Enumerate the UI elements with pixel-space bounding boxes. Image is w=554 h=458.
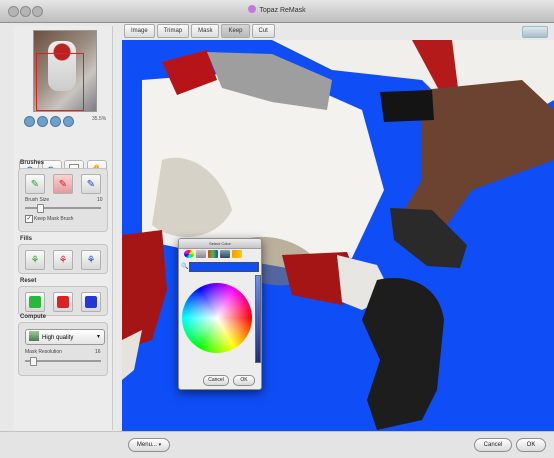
color-picker-title: Select Color (179, 239, 261, 249)
window-title-area: Topaz ReMask (0, 5, 554, 14)
title-bar: Topaz ReMask (0, 0, 554, 23)
keep-fill-button[interactable]: ⚘ (25, 250, 45, 270)
keep-mask-brush-checkbox[interactable]: ✓ (25, 215, 33, 223)
quality-value: High quality (42, 335, 74, 341)
chevron-down-icon: ▾ (158, 442, 162, 448)
fill-buttons: ⚘ ⚘ ⚘ (25, 250, 101, 270)
brush-size-knob[interactable] (37, 204, 45, 213)
color-wheel-mode-icon[interactable] (184, 250, 194, 258)
color-picker-dialog: Select Color 🔍 Cancel OK (178, 238, 262, 390)
brush-buttons: ✎ ✎ ✎ (25, 174, 101, 194)
keep-mask-brush-label: Keep Mask Brush (34, 216, 74, 222)
green-fill-icon: ⚘ (30, 254, 40, 266)
green-brush-icon: ✎ (30, 178, 40, 190)
reset-heading: Reset (20, 278, 37, 284)
navigator-view-rectangle[interactable] (36, 53, 84, 111)
mask-resolution-label: Mask Resolution (25, 349, 62, 355)
menu-label: Menu... (136, 442, 157, 448)
red-square-icon (57, 296, 69, 308)
tab-image[interactable]: Image (124, 24, 155, 38)
keep-brush-button[interactable]: ✎ (25, 174, 45, 194)
sliders-mode-icon[interactable] (196, 250, 206, 258)
palettes-mode-icon[interactable] (208, 250, 218, 258)
red-fill-icon: ⚘ (58, 254, 68, 266)
compute-fill-button[interactable]: ⚘ (81, 250, 101, 270)
crayons-mode-icon[interactable] (232, 250, 242, 258)
reset-buttons (25, 292, 101, 312)
cancel-button[interactable]: Cancel (474, 438, 512, 452)
blue-brush-icon: ✎ (86, 178, 96, 190)
cut-brush-button[interactable]: ✎ (53, 174, 73, 194)
brush-size-value: 10 (97, 197, 103, 203)
quality-select[interactable]: High quality ▼ (25, 329, 105, 345)
navigator-thumbnail[interactable] (33, 30, 97, 112)
zoom-fit-button[interactable] (37, 116, 48, 127)
zoom-out-button[interactable] (24, 116, 35, 127)
zoom-actual-button[interactable] (50, 116, 61, 127)
zoom-controls (24, 116, 74, 127)
compute-group: High quality ▼ Mask Resolution 16 (18, 322, 108, 376)
zoom-level: 35.5% (92, 116, 107, 122)
view-tabs: Image Trimap Mask Keep Cut (124, 24, 275, 38)
brushes-group: ✎ ✎ ✎ Brush Size 10 ✓ Keep Mask Brush (18, 168, 108, 232)
red-brush-icon: ✎ (58, 178, 68, 190)
brush-size-label: Brush Size (25, 197, 50, 203)
tab-trimap[interactable]: Trimap (156, 24, 190, 38)
green-square-icon (29, 296, 41, 308)
bottom-bar: Menu... ▾ Cancel OK (0, 431, 554, 458)
magnifier-icon[interactable]: 🔍 (181, 263, 188, 270)
mask-resolution-knob[interactable] (29, 357, 37, 366)
mask-resolution-value: 16 (95, 349, 101, 355)
chevron-down-icon: ▼ (96, 334, 101, 340)
picker-cancel-button[interactable]: Cancel (203, 375, 229, 386)
compute-heading: Compute (20, 314, 46, 320)
current-color-swatch (189, 262, 259, 272)
sidebar-panel: 35.5% ↶ ↷ ✋ Brushes ✎ ✎ ✎ Brush Size 10 … (14, 26, 113, 430)
window-title: Topaz ReMask (259, 7, 306, 14)
compute-brush-button[interactable]: ✎ (81, 174, 101, 194)
left-red-sock (122, 230, 167, 350)
dark-glove (390, 208, 467, 268)
brushes-heading: Brushes (20, 160, 45, 166)
tab-cut[interactable]: Cut (251, 24, 275, 38)
fills-heading: Fills (20, 236, 33, 242)
color-wheel[interactable] (182, 283, 252, 353)
color-mode-buttons (184, 250, 242, 258)
preview-toggle-icon[interactable] (522, 26, 548, 38)
reset-group (18, 286, 108, 316)
compute-icon (29, 331, 39, 341)
picker-ok-button[interactable]: OK (233, 375, 255, 386)
menu-button[interactable]: Menu... ▾ (128, 438, 170, 452)
image-palette-mode-icon[interactable] (220, 250, 230, 258)
reset-compute-button[interactable] (81, 292, 101, 312)
reset-keep-button[interactable] (25, 292, 45, 312)
blue-fill-icon: ⚘ (86, 254, 96, 266)
black-wristband (380, 90, 434, 122)
tab-keep[interactable]: Keep (221, 24, 250, 38)
zoom-in-button[interactable] (63, 116, 74, 127)
app-logo-icon (248, 5, 257, 13)
fills-group: ⚘ ⚘ ⚘ (18, 244, 108, 274)
cut-fill-button[interactable]: ⚘ (53, 250, 73, 270)
reset-cut-button[interactable] (53, 292, 73, 312)
tab-mask[interactable]: Mask (191, 24, 220, 38)
brightness-slider[interactable] (255, 275, 261, 363)
blue-square-icon (85, 296, 97, 308)
cleat (362, 277, 444, 430)
ok-button[interactable]: OK (516, 438, 546, 452)
